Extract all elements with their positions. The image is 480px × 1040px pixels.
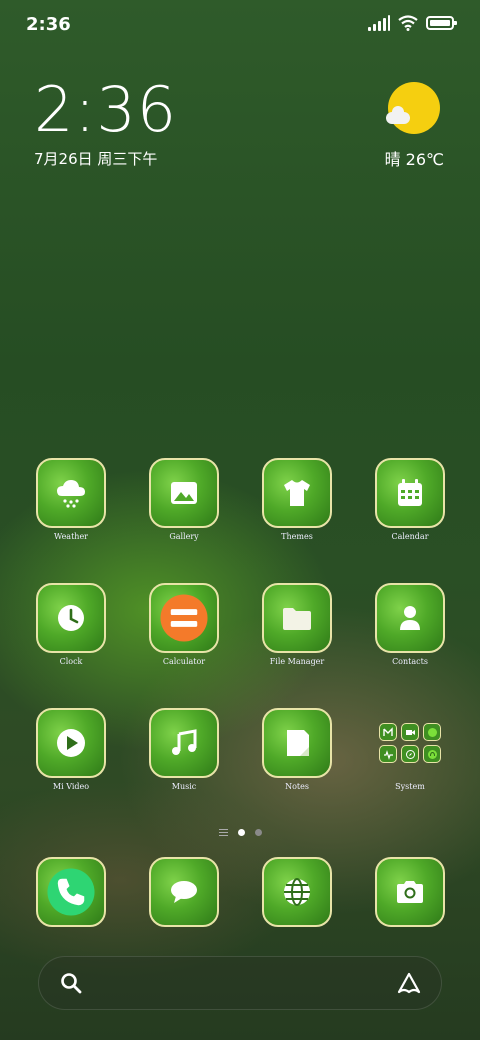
app-calculator[interactable]: Calculator [134, 583, 234, 666]
dock-browser[interactable] [247, 857, 347, 927]
app-tile [36, 458, 106, 528]
pulse-icon [379, 745, 397, 763]
app-label: Gallery [169, 532, 199, 541]
phone-icon [47, 868, 95, 916]
page-indicator[interactable] [0, 829, 480, 836]
app-label: System [395, 782, 425, 791]
app-tile [262, 857, 332, 927]
messages-icon [171, 881, 197, 903]
sun-cloud-icon [386, 82, 441, 134]
browser-globe-icon [284, 878, 310, 906]
app-clock[interactable]: Clock [21, 583, 121, 666]
fingerprint-icon [423, 745, 441, 763]
page-dot[interactable] [254, 829, 262, 836]
contact-person-icon [400, 606, 420, 630]
image-icon [171, 482, 197, 504]
search-bar[interactable] [38, 956, 442, 1010]
app-tile [149, 458, 219, 528]
app-label: Clock [59, 657, 83, 666]
app-tile [262, 708, 332, 778]
app-tile [262, 583, 332, 653]
app-label: Contacts [392, 657, 428, 666]
camera-icon [397, 881, 423, 903]
clock-widget[interactable]: 2:36 7月26日 周三下午 [34, 78, 177, 169]
weather-snow-cloud-icon [57, 480, 85, 508]
app-contacts[interactable]: Contacts [360, 583, 460, 666]
status-bar: 2:36 [0, 0, 480, 50]
app-notes[interactable]: Notes [247, 708, 347, 791]
battery-icon [426, 16, 457, 30]
compass-icon [401, 745, 419, 763]
calculator-icon [160, 594, 208, 642]
folder-grid [375, 708, 445, 778]
app-drawer-lines-icon[interactable] [218, 829, 228, 836]
weather-text: 晴 26℃ [384, 150, 444, 169]
app-tile [36, 708, 106, 778]
assistant-icon[interactable] [395, 969, 423, 997]
calendar-icon [398, 479, 422, 506]
app-label: Notes [285, 782, 309, 791]
status-icons [368, 15, 457, 31]
app-calendar[interactable]: Calendar [360, 458, 460, 541]
signal-icon [368, 15, 390, 31]
widget-date: 7月26日 周三下午 [34, 150, 158, 168]
dock-messages[interactable] [134, 857, 234, 927]
play-icon [57, 729, 85, 757]
app-tile [375, 857, 445, 927]
app-system-folder[interactable]: System [360, 708, 460, 791]
weather-widget[interactable]: 晴 26℃ [385, 82, 444, 170]
video-camera-icon [401, 723, 419, 741]
app-tile [375, 458, 445, 528]
status-time: 2:36 [26, 14, 71, 35]
app-label: Music [171, 782, 197, 791]
wifi-icon [398, 15, 418, 31]
app-label: Themes [281, 532, 313, 541]
app-tile [36, 857, 106, 927]
app-label: Mi Video [52, 782, 90, 791]
folder-icon [283, 608, 311, 630]
app-tile [149, 583, 219, 653]
app-mi-video[interactable]: Mi Video [21, 708, 121, 791]
mi-icon [379, 723, 397, 741]
widget-time: 2:36 [34, 73, 178, 146]
app-weather[interactable]: Weather [21, 458, 121, 541]
app-tile [149, 857, 219, 927]
app-file-manager[interactable]: File Manager [247, 583, 347, 666]
tshirt-icon [284, 480, 310, 506]
app-tile [36, 583, 106, 653]
dock-camera[interactable] [360, 857, 460, 927]
app-label: Calendar [391, 532, 429, 541]
green-ball-icon [423, 723, 441, 741]
page-dot-active[interactable] [237, 829, 245, 836]
app-music[interactable]: Music [134, 708, 234, 791]
dock-phone[interactable] [21, 857, 121, 927]
clock-icon [58, 605, 84, 631]
app-label: Weather [54, 532, 88, 541]
search-icon[interactable] [59, 971, 83, 995]
app-tile [375, 583, 445, 653]
app-tile [262, 458, 332, 528]
app-tile [149, 708, 219, 778]
app-label: Calculator [162, 657, 206, 666]
note-page-icon [287, 730, 309, 756]
music-note-icon [172, 729, 197, 755]
app-label: File Manager [269, 657, 325, 666]
app-gallery[interactable]: Gallery [134, 458, 234, 541]
app-themes[interactable]: Themes [247, 458, 347, 541]
